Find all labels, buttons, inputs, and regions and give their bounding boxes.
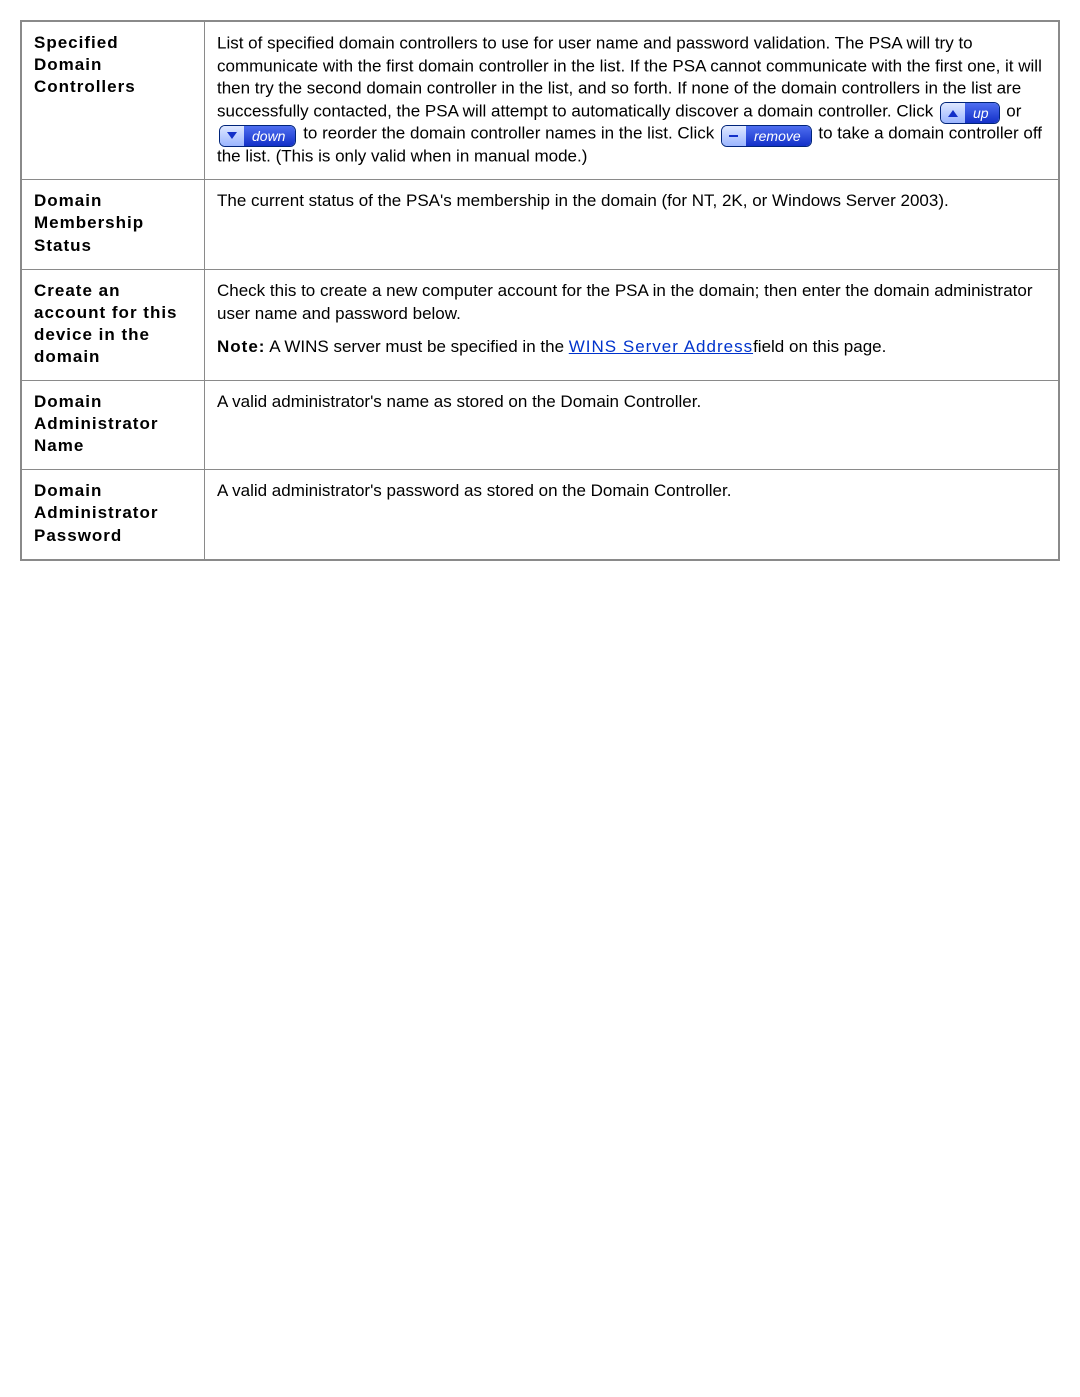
text-segment: field on this page. — [753, 337, 886, 356]
up-button-label: up — [965, 103, 999, 123]
note-label: Note: — [217, 337, 265, 356]
desc-domain-membership-status: The current status of the PSA's membersh… — [205, 180, 1060, 269]
table-row: Domain Administrator Password A valid ad… — [21, 470, 1059, 560]
remove-button[interactable]: remove — [721, 125, 812, 147]
text-segment: List of specified domain controllers to … — [217, 33, 1042, 120]
term-specified-domain-controllers: Specified Domain Controllers — [21, 21, 205, 180]
minus-icon — [722, 126, 746, 146]
desc-specified-domain-controllers: List of specified domain controllers to … — [205, 21, 1060, 180]
table-row: Domain Administrator Name A valid admini… — [21, 381, 1059, 470]
remove-button-label: remove — [746, 126, 811, 146]
desc-domain-admin-name: A valid administrator's name as stored o… — [205, 381, 1060, 470]
term-domain-admin-password: Domain Administrator Password — [21, 470, 205, 560]
down-button[interactable]: down — [219, 125, 296, 147]
table-row: Domain Membership Status The current sta… — [21, 180, 1059, 269]
text-segment: A WINS server must be specified in the — [265, 337, 568, 356]
text-segment: or — [1006, 101, 1021, 120]
arrow-down-icon — [220, 126, 244, 146]
term-domain-membership-status: Domain Membership Status — [21, 180, 205, 269]
definitions-table: Specified Domain Controllers List of spe… — [20, 20, 1060, 561]
text-segment: Check this to create a new computer acco… — [217, 280, 1046, 326]
down-button-label: down — [244, 126, 295, 146]
up-button[interactable]: up — [940, 102, 1000, 124]
term-domain-admin-name: Domain Administrator Name — [21, 381, 205, 470]
text-segment: to reorder the domain controller names i… — [303, 124, 719, 143]
table-row: Create an account for this device in the… — [21, 269, 1059, 380]
wins-server-address-link[interactable]: WINS Server Address — [569, 337, 753, 356]
arrow-up-icon — [941, 103, 965, 123]
desc-create-account: Check this to create a new computer acco… — [205, 269, 1060, 380]
term-create-account: Create an account for this device in the… — [21, 269, 205, 380]
desc-domain-admin-password: A valid administrator's password as stor… — [205, 470, 1060, 560]
table-row: Specified Domain Controllers List of spe… — [21, 21, 1059, 180]
